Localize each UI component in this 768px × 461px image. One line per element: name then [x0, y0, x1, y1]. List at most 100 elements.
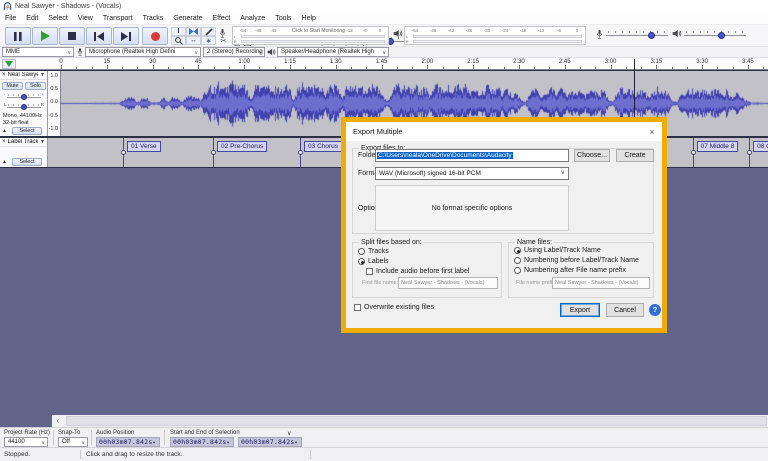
ruler-minor-tick — [457, 67, 459, 69]
recording-volume-slider[interactable] — [606, 28, 668, 40]
radio-checked-icon[interactable] — [358, 258, 365, 265]
overwrite-checkbox[interactable]: Overwrite existing files — [354, 304, 434, 311]
label-track-select-button[interactable]: Select — [12, 158, 42, 166]
name-using-label-radio[interactable]: Using Label/Track Name — [514, 247, 601, 254]
checkbox-icon[interactable] — [354, 304, 361, 311]
play-button[interactable] — [32, 27, 58, 45]
recording-channels-select[interactable]: 2 (Stereo) Recording Cha∨ — [203, 47, 265, 57]
project-rate-select[interactable]: 44100 ∨ — [4, 437, 48, 447]
label-handle[interactable] — [690, 150, 696, 155]
label-handle[interactable] — [211, 150, 217, 155]
ruler-major-tick — [747, 65, 749, 69]
ruler-minor-tick — [641, 67, 643, 69]
radio-icon[interactable] — [514, 267, 521, 274]
envelope-tool-icon[interactable] — [186, 27, 201, 36]
gain-slider[interactable]: - + — [4, 92, 44, 101]
recording-meter[interactable]: -54 -48 -42 -12 -6 0 Click to Start Monitoring… — [232, 26, 389, 45]
audio-track-panel[interactable]: × Neal Sawyer ▼ Mute Solo - + L R Mono, … — [0, 71, 48, 136]
label-handle[interactable] — [747, 150, 753, 155]
track-close-icon[interactable]: × — [2, 72, 6, 78]
track-label[interactable]: 01 Verse — [126, 141, 161, 152]
collapse-track-icon[interactable]: ▲ — [2, 128, 7, 134]
solo-button[interactable]: Solo — [25, 82, 46, 90]
name-numbering-after-radio[interactable]: Numbering after File name prefix — [514, 267, 626, 274]
track-label[interactable]: 02 Pre-Chorus — [217, 141, 268, 152]
zoom-tool-icon[interactable] — [171, 36, 186, 45]
timeline-options-button[interactable] — [2, 59, 16, 69]
timeshift-tool-icon[interactable]: ↔ — [186, 36, 201, 45]
label-track-panel[interactable]: × Label Track ▼ ▲ Select — [0, 138, 48, 167]
snap-to-select[interactable]: Off ∨ — [58, 437, 88, 447]
menu-item-generate[interactable]: Generate — [168, 12, 207, 25]
track-menu-icon[interactable]: ▼ — [40, 139, 45, 145]
pause-button[interactable] — [5, 27, 31, 45]
audio-host-select[interactable]: MME ∨ — [2, 47, 74, 57]
menu-item-analyze[interactable]: Analyze — [235, 12, 270, 25]
meter-monitoring-hint[interactable]: Click to Start Monitoring — [276, 28, 360, 34]
export-button[interactable]: Export — [560, 303, 600, 317]
audacity-window: Neal Sawyer - Shadows - (Vocals) File Edi… — [0, 0, 768, 461]
track-close-icon[interactable]: × — [2, 139, 6, 145]
radio-checked-icon[interactable] — [514, 247, 521, 254]
track-select-button[interactable]: Select — [12, 127, 42, 135]
menu-item-help[interactable]: Help — [297, 12, 321, 25]
label-handle[interactable] — [120, 150, 126, 155]
label-handle[interactable] — [298, 150, 304, 155]
menu-item-select[interactable]: Select — [43, 12, 72, 25]
multi-tool-icon[interactable]: ∗ — [201, 36, 216, 45]
time-dropdown-icon[interactable]: ▾ — [152, 440, 155, 446]
track-label[interactable]: 03 Chorus — [304, 141, 343, 152]
scrollbar-thumb[interactable] — [66, 416, 767, 426]
horizontal-scrollbar: ‹ — [0, 415, 768, 427]
choose-button[interactable]: Choose... — [574, 149, 610, 162]
create-button[interactable]: Create — [616, 149, 654, 162]
help-button[interactable]: ? — [649, 304, 661, 316]
menu-item-edit[interactable]: Edit — [21, 12, 43, 25]
dialog-close-icon[interactable]: × — [642, 127, 662, 137]
radio-icon[interactable] — [514, 257, 521, 264]
record-button[interactable] — [142, 27, 168, 45]
ruler-major-tick — [702, 65, 704, 69]
menu-item-transport[interactable]: Transport — [98, 12, 138, 25]
selection-end-field[interactable]: 00h03m07.842s▾ — [238, 437, 302, 447]
checkbox-icon[interactable] — [366, 268, 373, 275]
menu-item-file[interactable]: File — [0, 12, 21, 25]
format-select[interactable]: WAV (Microsoft) signed 16-bit PCM ∨ — [375, 167, 569, 180]
radio-icon[interactable] — [358, 248, 365, 255]
playback-device-select[interactable]: Speaker/Headphone (Realtek High ∨ — [277, 47, 389, 57]
draw-tool-icon[interactable] — [201, 27, 216, 36]
time-dropdown-icon[interactable]: ▾ — [294, 440, 297, 446]
audio-position-field[interactable]: 00h03m07.842s▾ — [96, 437, 160, 447]
selection-start-field[interactable]: 00h03m07.842s▾ — [170, 437, 234, 447]
time-dropdown-icon[interactable]: ▾ — [226, 440, 229, 446]
track-menu-icon[interactable]: ▼ — [40, 72, 45, 78]
timeline-ruler[interactable]: 0 15 30 45 1:00 1:15 1:30 1:45 2:00 2:15 2:30 2:45 3… — [0, 58, 768, 70]
ruler-major-tick — [473, 65, 475, 69]
menu-item-view[interactable]: View — [73, 12, 98, 25]
track-label[interactable]: 08 Outro — [753, 141, 768, 152]
playback-volume-slider[interactable] — [684, 28, 746, 40]
selection-mode-arrow-icon[interactable]: ∨ — [287, 430, 291, 437]
collapse-track-icon[interactable]: ▲ — [2, 159, 7, 165]
split-labels-radio[interactable]: Labels — [358, 258, 389, 265]
stop-button[interactable] — [59, 27, 85, 45]
include-audio-checkbox[interactable]: Include audio before first label — [366, 268, 469, 275]
skip-to-start-button[interactable] — [86, 27, 112, 45]
vertical-scale[interactable]: 1.0 0.5 0.0 -0.5 -1.0 — [48, 71, 61, 136]
playback-meter[interactable]: -54 -48 -42 -36 -30 -24 -18 -12 -6 0 L R — [404, 26, 586, 45]
folder-input[interactable]: C:\Users\neala\OneDrive\Documents\Audaci… — [375, 149, 569, 162]
menu-item-tracks[interactable]: Tracks — [138, 12, 169, 25]
mute-button[interactable]: Mute — [2, 82, 23, 90]
recording-device-select[interactable]: Microphone (Realtek High Defini ∨ — [85, 47, 201, 57]
scroll-left-icon[interactable]: ‹ — [52, 415, 64, 427]
name-numbering-before-radio[interactable]: Numbering before Label/Track Name — [514, 257, 639, 264]
selection-tool-icon[interactable]: I — [171, 27, 186, 36]
menu-item-tools[interactable]: Tools — [270, 12, 296, 25]
split-tracks-radio[interactable]: Tracks — [358, 248, 389, 255]
track-label[interactable]: 07 Middle 8 — [696, 141, 739, 152]
skip-to-end-button[interactable] — [113, 27, 139, 45]
menu-item-effect[interactable]: Effect — [208, 12, 236, 25]
cancel-button[interactable]: Cancel — [606, 303, 644, 317]
selection-mode-label[interactable]: Start and End of Selection — [170, 430, 240, 436]
pan-slider[interactable]: L R — [4, 102, 44, 111]
